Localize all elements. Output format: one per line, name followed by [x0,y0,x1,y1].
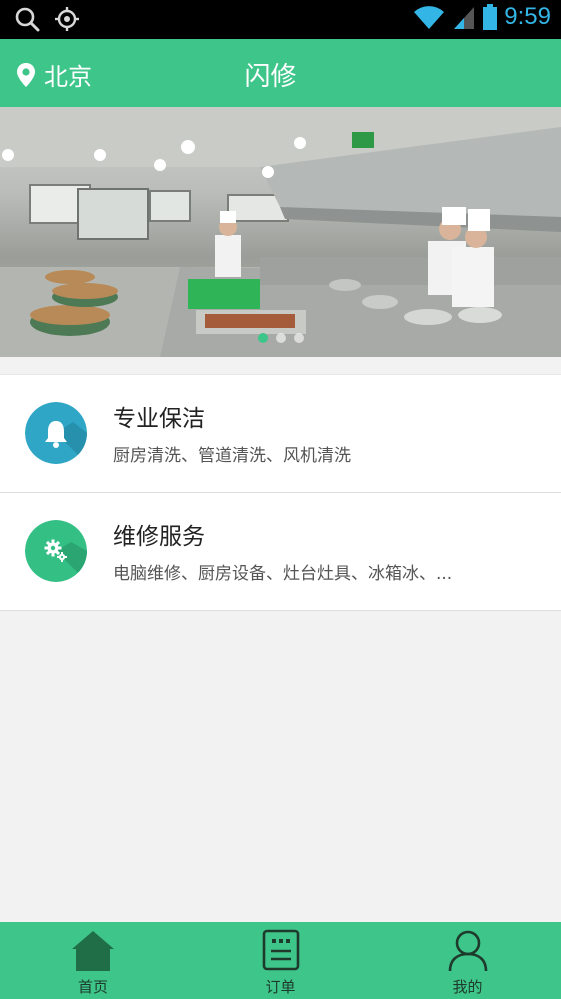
order-icon [262,929,299,971]
bottom-navigation: 首页 订单 我的 [0,922,561,999]
battery-icon [483,4,498,30]
locate-icon [55,7,79,31]
nav-label: 我的 [452,978,483,996]
nav-item-profile[interactable]: 我的 [374,922,561,999]
wifi-icon [414,6,445,29]
user-icon [448,930,487,972]
nav-item-home[interactable]: 首页 [0,922,187,999]
nav-label: 订单 [265,978,296,996]
service-list: 专业保洁 厨房清洗、管道清洗、风机清洗 维修服务 电脑维修、厨房设备、灶台灶具、… [0,374,561,611]
carousel-dot[interactable] [275,333,286,343]
service-item-repair[interactable]: 维修服务 电脑维修、厨房设备、灶台灶具、冰箱冰、... [0,493,561,611]
gears-icon [25,520,87,582]
nav-item-orders[interactable]: 订单 [187,922,374,999]
app-header: 北京 闪修 [0,39,561,107]
service-title: 专业保洁 [113,406,205,432]
status-bar: 9:59 [0,0,561,39]
carousel-dot[interactable] [293,333,304,343]
status-right: 9:59 [412,3,551,31]
service-icon-repair [25,520,87,582]
carousel-dot[interactable] [257,333,268,343]
nav-label: 首页 [77,978,108,996]
search-icon [15,7,40,32]
home-icon [72,931,114,971]
banner-carousel[interactable] [0,107,561,357]
status-left [14,6,80,32]
service-description: 厨房清洗、管道清洗、风机清洗 [113,446,351,466]
banner-image [0,107,561,357]
service-title: 维修服务 [113,524,205,550]
signal-icon [454,7,475,29]
page-title: 闪修 [244,62,297,92]
carousel-indicator [0,333,561,343]
service-description: 电脑维修、厨房设备、灶台灶具、冰箱冰、... [113,564,453,584]
clock: 9:59 [504,3,551,30]
service-icon-cleaning [25,402,87,464]
service-item-cleaning[interactable]: 专业保洁 厨房清洗、管道清洗、风机清洗 [0,374,561,493]
bell-icon [25,402,87,464]
